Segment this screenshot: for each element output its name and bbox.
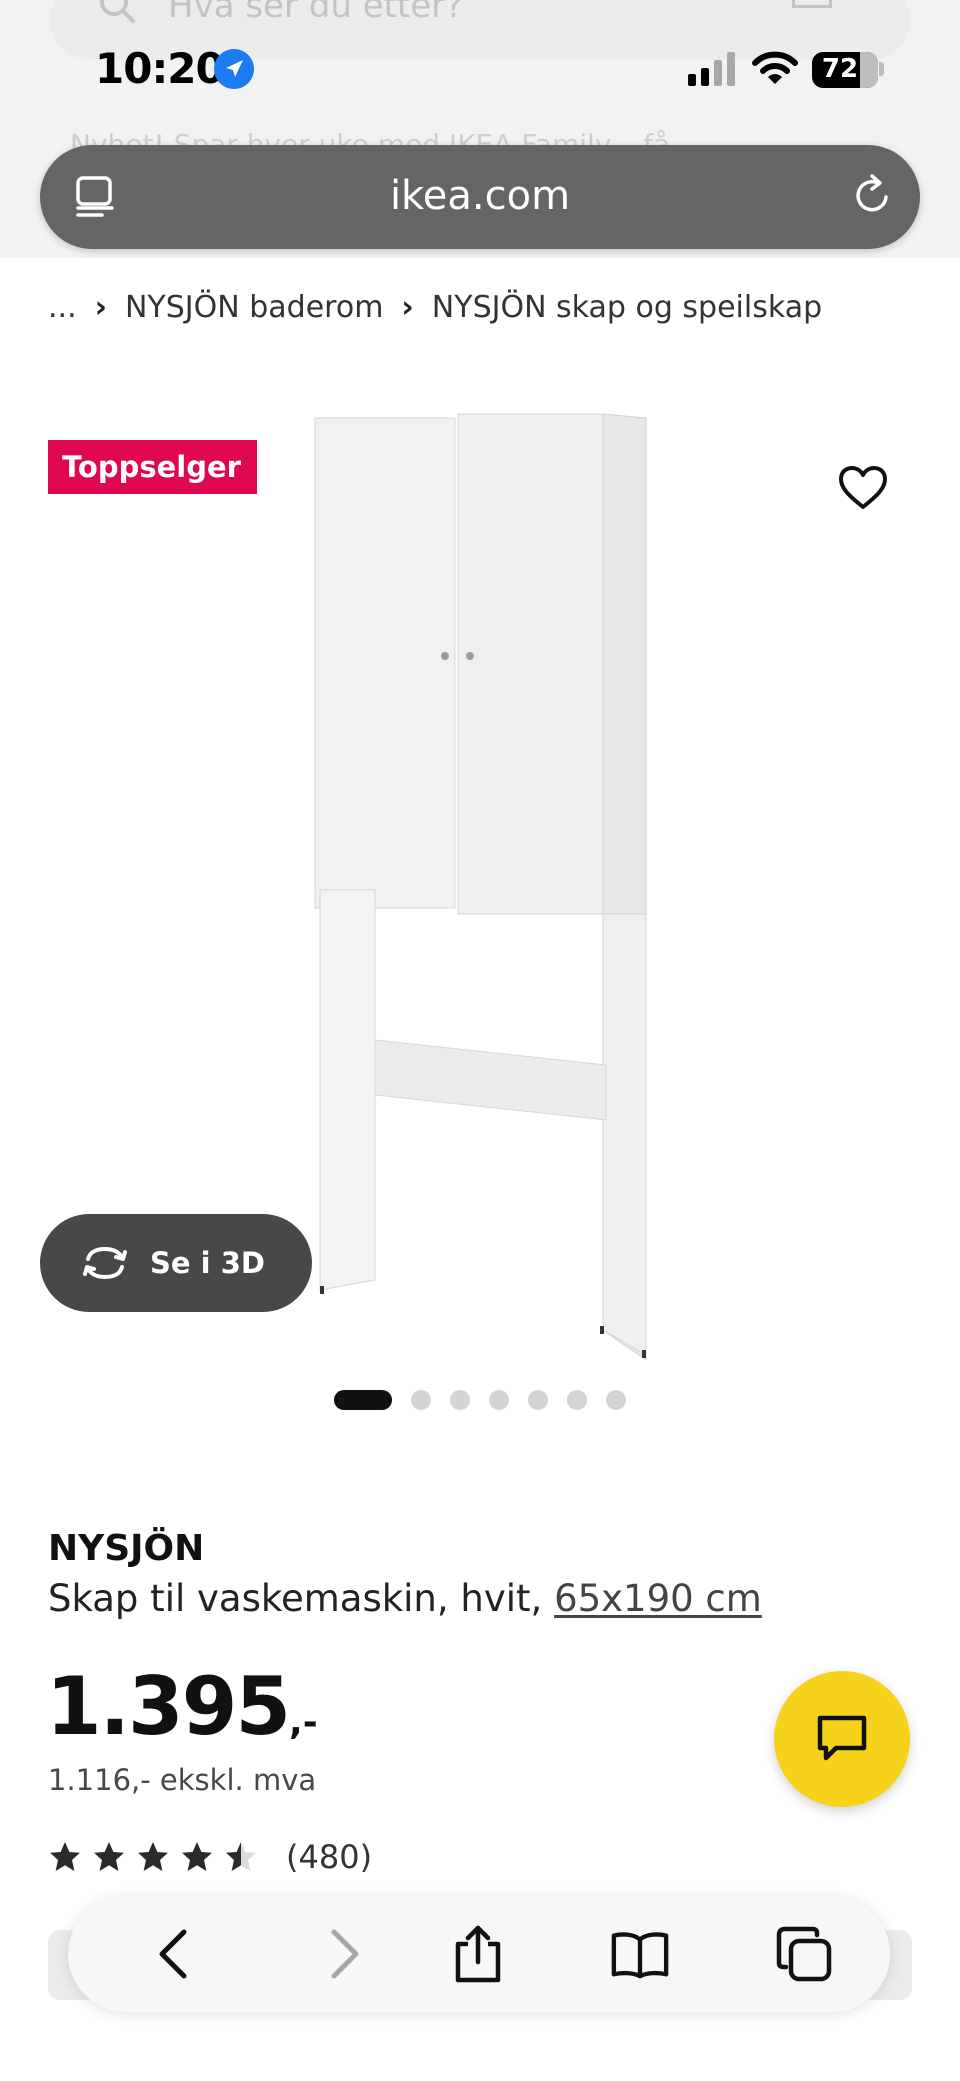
review-count[interactable]: (480) [286,1838,372,1876]
carousel-dot[interactable] [450,1390,470,1410]
location-icon [214,49,254,89]
favourite-heart-icon[interactable] [838,465,888,511]
search-placeholder: Hva ser du etter? [168,0,464,26]
star-icon [138,1842,168,1871]
price-value: 1.395 [46,1660,291,1753]
star-icon [182,1842,212,1871]
price-suffix: ,- [289,1702,318,1743]
tabs-button[interactable] [774,1924,834,1984]
url-text[interactable]: ikea.com [40,173,920,219]
star-icon [50,1842,80,1871]
back-button[interactable] [144,1924,204,1984]
toppselger-badge: Toppselger [48,440,257,494]
chat-button[interactable] [774,1671,910,1807]
tabs-icon [776,1926,832,1982]
camera-icon [792,0,832,8]
bookmarks-icon [611,1932,669,1979]
chevron-right-icon: › [94,290,107,325]
share-icon [455,1925,501,1983]
product-price: 1.395 ,- [46,1660,318,1753]
wifi-icon [752,51,798,84]
browser-url-bar[interactable]: ikea.com [40,145,920,249]
reload-icon[interactable] [850,173,896,219]
back-icon [159,1929,187,1979]
chevron-right-icon: › [401,290,414,325]
status-time: 10:20 [95,44,225,93]
breadcrumb-link-baderom[interactable]: NYSJÖN baderom [125,290,383,325]
battery-level: 72 [821,54,859,84]
carousel-dot[interactable] [411,1390,431,1410]
product-image-cabinet[interactable] [300,400,660,1360]
rotate-3d-icon [83,1246,127,1280]
view-in-3d-label: Se i 3D [150,1246,265,1280]
carousel-dot[interactable] [334,1390,392,1410]
product-rating[interactable]: (480) [48,1838,372,1876]
share-button[interactable] [448,1924,508,1984]
cellular-signal-icon [688,52,735,86]
half-star-icon [226,1842,256,1871]
price-ex-vat: 1.116,- ekskl. mva [48,1763,317,1797]
breadcrumb: ... › NYSJÖN baderom › NYSJÖN skap og sp… [48,290,822,325]
image-carousel-dots [334,1390,645,1410]
carousel-dot[interactable] [528,1390,548,1410]
carousel-dot[interactable] [489,1390,509,1410]
carousel-dot[interactable] [567,1390,587,1410]
bookmarks-button[interactable] [610,1924,670,1984]
forward-button[interactable] [314,1924,374,1984]
product-description: Skap til vaskemaskin, hvit, 65x190 cm [48,1577,762,1620]
forward-icon [331,1929,359,1979]
carousel-dot[interactable] [606,1390,626,1410]
battery-icon: 72 [812,52,878,88]
chat-bubble-icon [817,1715,867,1761]
breadcrumb-ellipsis[interactable]: ... [48,290,77,325]
product-name: NYSJÖN [48,1528,205,1569]
browser-toolbar [68,1896,890,2012]
product-size-link[interactable]: 65x190 cm [554,1577,762,1620]
star-icon [94,1842,124,1871]
view-in-3d-button[interactable]: Se i 3D [40,1214,312,1312]
breadcrumb-link-skap[interactable]: NYSJÖN skap og speilskap [432,290,822,325]
search-icon [100,0,135,23]
